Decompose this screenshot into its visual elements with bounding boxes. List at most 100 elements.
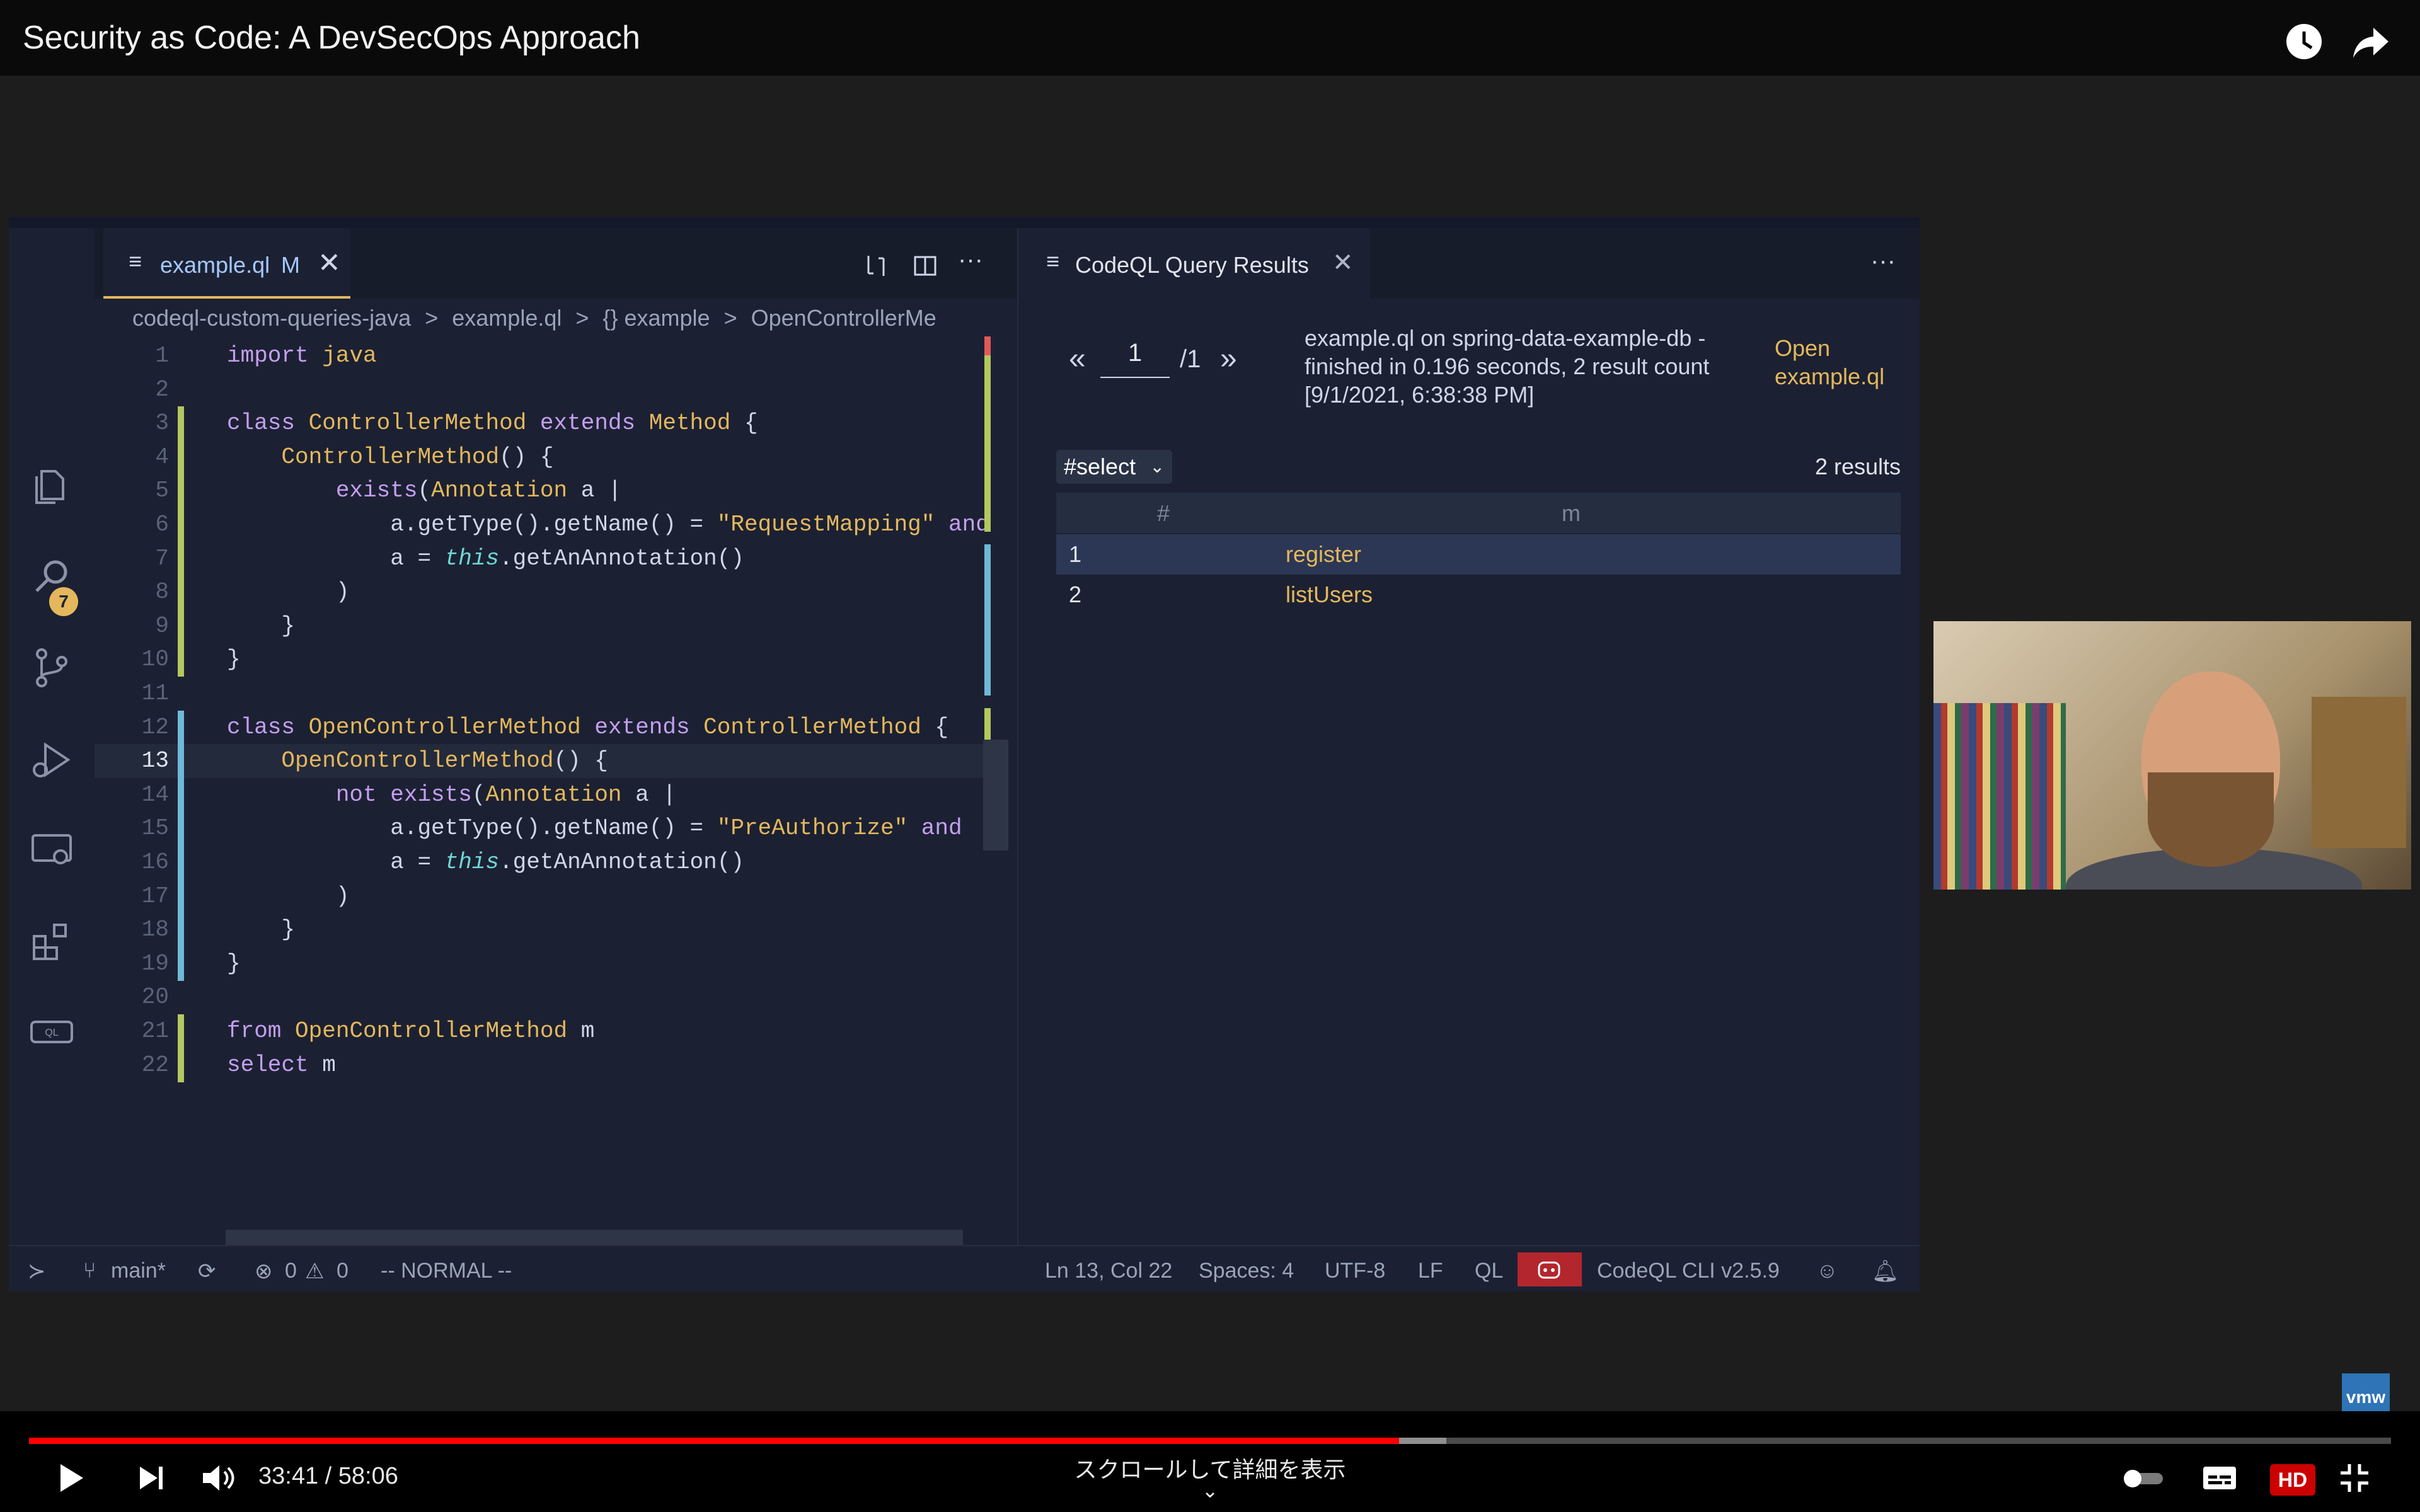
codeql-cli-version[interactable]: CodeQL CLI v2.5.9 [1597,1259,1780,1283]
exit-fullscreen-icon[interactable] [2337,1460,2372,1496]
code-line[interactable]: 11 [95,677,989,711]
line-number[interactable]: 13 [95,744,169,778]
code-line[interactable]: 19} [95,946,989,981]
code-line[interactable]: 5 exists(Annotation a | [95,474,989,508]
line-number[interactable]: 6 [95,508,169,542]
line-number[interactable]: 21 [95,1014,169,1048]
autoplay-toggle-icon[interactable] [2123,1460,2165,1496]
code-line[interactable]: 22 select m [95,1048,989,1082]
video-title[interactable]: Security as Code: A DevSecOps Approach [23,19,640,57]
watch-later-icon[interactable] [2284,21,2324,62]
code-editor[interactable]: 1 import java 2 3 class ControllerMethod ext… [95,336,1017,1273]
code-line[interactable]: 9 } [95,609,989,643]
code-line[interactable]: 6 a.getType().getName() = "RequestMappin… [95,508,989,542]
breadcrumb-class[interactable]: OpenControllerMe [751,305,936,331]
code-line[interactable]: 7 a = this.getAnAnnotation() [95,541,989,576]
run-debug-icon[interactable] [28,736,76,784]
progress-bar[interactable] [29,1438,2391,1444]
cursor-position[interactable]: Ln 13, Col 22 [1045,1259,1172,1283]
source-control-icon[interactable] [28,644,76,692]
scroll-for-details[interactable]: スクロールして詳細を表示 ⌄ [1071,1452,1349,1501]
close-tab-icon[interactable]: ✕ [318,247,341,279]
code-line[interactable]: 14 not exists(Annotation a | [95,777,989,812]
code-line[interactable]: 2 [95,373,989,407]
code-line[interactable]: 20 [95,980,989,1014]
codeql-icon[interactable]: QL [28,1008,76,1056]
code-line[interactable]: 12 class OpenControllerMethod extends Con… [95,710,989,745]
line-number[interactable]: 11 [95,677,169,711]
tab-example-ql[interactable]: ≡ example.ql M ✕ [103,228,350,299]
code-line[interactable]: 16 a = this.getAnAnnotation() [95,845,989,879]
code-line[interactable]: 4 ControllerMethod() { [95,440,989,474]
breadcrumb-module[interactable]: {} example [602,305,710,331]
page-next-button[interactable]: » [1220,341,1237,376]
code-line[interactable]: 3 class ControllerMethod extends Method { [95,406,989,441]
copilot-status[interactable] [1518,1252,1582,1286]
line-number[interactable]: 19 [95,947,169,981]
explorer-icon[interactable] [28,462,76,510]
notifications-bell-icon[interactable]: 🔔︎ [1872,1259,1899,1284]
code-line[interactable]: 15 a.getType().getName() = "PreAuthorize… [95,811,989,846]
row-value-link[interactable]: listUsers [1286,575,1373,615]
column-header-m[interactable]: m [1562,500,1581,527]
more-actions-icon[interactable]: ··· [958,246,983,274]
table-row[interactable]: 2 listUsers [1056,575,1901,615]
code-line[interactable]: 10} [95,643,989,677]
line-number[interactable]: 22 [95,1048,169,1082]
row-value-link[interactable]: register [1286,534,1361,575]
code-line[interactable]: 1 import java [95,339,989,373]
line-number[interactable]: 16 [95,845,169,879]
split-editor-icon[interactable] [911,252,939,280]
code-line[interactable]: 21 from OpenControllerMethod m [95,1014,989,1048]
column-header-index[interactable]: # [1157,500,1170,527]
remote-explorer-icon[interactable] [28,827,76,874]
line-number[interactable]: 9 [95,609,169,643]
more-actions-icon[interactable]: ··· [1870,247,1896,275]
code-line[interactable]: 17 ) [95,879,989,914]
table-row[interactable]: 1 register [1056,534,1901,575]
next-icon[interactable] [134,1460,169,1496]
remote-indicator-icon[interactable]: ≻ [28,1259,46,1284]
share-icon[interactable] [2351,21,2391,62]
line-number[interactable]: 10 [95,643,169,677]
code-line[interactable]: 8 ) [95,575,989,610]
line-number[interactable]: 14 [95,778,169,812]
subtitles-icon[interactable] [2201,1460,2238,1496]
page-prev-button[interactable]: « [1069,341,1086,376]
indentation[interactable]: Spaces: 4 [1199,1259,1294,1283]
breadcrumb-folder[interactable]: codeql-custom-queries-java [132,305,411,331]
line-number[interactable]: 3 [95,406,169,440]
play-icon[interactable] [53,1460,88,1496]
line-number[interactable]: 12 [95,711,169,745]
sync-icon[interactable]: ⟳ [198,1259,216,1284]
close-tab-icon[interactable]: ✕ [1332,248,1354,277]
line-number[interactable]: 7 [95,542,169,576]
line-number[interactable]: 5 [95,474,169,508]
result-set-select[interactable]: #select ⌄ [1056,450,1172,484]
error-icon[interactable]: ⊗ [255,1259,273,1284]
tab-codeql-results[interactable]: ≡ CodeQL Query Results ✕ [1018,228,1370,299]
extensions-icon[interactable] [28,917,76,965]
code-line[interactable]: 13 OpenControllerMethod() { [95,744,989,779]
line-number[interactable]: 18 [95,913,169,947]
compare-changes-icon[interactable] [862,252,890,280]
code-line[interactable]: 18 } [95,913,989,948]
line-number[interactable]: 2 [95,373,169,407]
language-mode[interactable]: QL [1475,1259,1503,1283]
feedback-icon[interactable]: ☺ [1816,1259,1838,1283]
overview-ruler[interactable] [983,336,1008,1273]
line-number[interactable]: 8 [95,575,169,609]
line-number[interactable]: 4 [95,440,169,474]
line-ending[interactable]: LF [1418,1259,1443,1283]
open-query-link[interactable]: Open example.ql [1775,334,1901,391]
warning-icon[interactable]: ⚠ [305,1259,324,1284]
volume-icon[interactable] [199,1460,237,1496]
line-number[interactable]: 20 [95,980,169,1014]
line-number[interactable]: 1 [95,339,169,373]
page-number-input[interactable]: 1 [1100,339,1170,378]
quality-hd-badge[interactable]: HD [2270,1464,2315,1496]
breadcrumb-file[interactable]: example.ql [452,305,562,331]
encoding[interactable]: UTF-8 [1325,1259,1385,1283]
branch-name[interactable]: main* [111,1259,166,1283]
line-number[interactable]: 15 [95,811,169,845]
